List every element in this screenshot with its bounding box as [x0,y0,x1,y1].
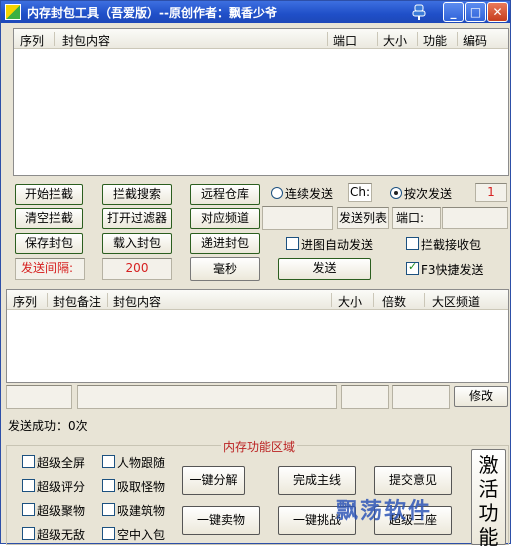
complete-main-quest-button[interactable]: 完成主线 [278,466,356,495]
packet-list-header: 序列 封包内容 端口 大小 功能 编码 [14,29,508,49]
intercept-search-button[interactable]: 拦截搜索 [102,184,172,205]
corresponding-channel-button[interactable]: 对应频道 [190,208,260,229]
edit-size-input[interactable] [341,385,389,409]
col-region-channel[interactable]: 大区频道 [432,293,480,310]
intercept-receive-label: 拦截接收包 [421,238,482,252]
edit-multiplier-input[interactable] [392,385,450,409]
absorb-buildings-checkbox[interactable] [102,503,115,516]
minimize-button[interactable]: _ [443,2,464,22]
send-in-packet-button[interactable]: 递进封包 [190,233,260,254]
send-button[interactable]: 发送 [278,258,371,280]
col-separator [417,32,418,46]
auto-send-on-enter-checkbox[interactable] [286,237,299,250]
super-fullscreen-label: 超级全屏 [37,456,86,470]
air-enter-packet-label: 空中入包 [117,528,166,542]
port-label: 端口: [392,207,441,229]
ms-button[interactable]: 毫秒 [190,257,260,281]
super-score-checkbox[interactable] [22,479,35,492]
col-content[interactable]: 封包内容 [62,32,110,49]
send-count-input[interactable]: 1 [475,183,507,202]
col-remark[interactable]: 封包备注 [53,293,101,310]
memory-function-title: 内存功能区域 [221,438,298,455]
port-input[interactable] [442,207,508,229]
one-click-decompose-button[interactable]: 一键分解 [182,466,245,495]
absorb-monsters-checkbox[interactable] [102,479,115,492]
f3-quick-send-label: F3快捷发送 [421,263,484,277]
open-filter-button[interactable]: 打开过滤器 [102,208,172,229]
col-separator [331,293,332,307]
send-list-header: 序列 封包备注 封包内容 大小 倍数 大区频道 [7,290,508,310]
edit-content-input[interactable] [77,385,337,409]
app-icon [5,4,21,20]
follow-character-checkbox[interactable] [102,455,115,468]
col-function[interactable]: 功能 [423,32,447,49]
send-by-count-label: 按次发送 [404,187,453,201]
save-packet-button[interactable]: 保存封包 [15,233,83,254]
col-separator [377,32,378,46]
one-click-sell-button[interactable]: 一键卖物 [182,506,260,535]
col-separator [107,293,108,307]
super-invincible-checkbox[interactable] [22,527,35,540]
col-content[interactable]: 封包内容 [113,293,161,310]
channel-input[interactable] [262,206,333,230]
packet-list[interactable]: 序列 封包内容 端口 大小 功能 编码 [13,28,509,176]
col-index[interactable]: 序列 [13,293,37,310]
super-gather-checkbox[interactable] [22,503,35,516]
col-size[interactable]: 大小 [338,293,362,310]
col-separator [424,293,425,307]
edit-index-input[interactable] [6,385,72,409]
main-window: 内存封包工具（吾爱版）--原创作者：飘香少爷 _ □ ✕ 序列 封包内容 端口 … [0,0,511,549]
air-enter-packet-checkbox[interactable] [102,527,115,540]
col-separator [327,32,328,46]
intercept-receive-checkbox[interactable] [406,237,419,250]
ch-field[interactable]: Ch: [348,183,372,202]
col-multiplier[interactable]: 倍数 [382,293,406,310]
col-separator [54,32,55,46]
col-index[interactable]: 序列 [20,32,44,49]
remote-repo-button[interactable]: 远程仓库 [190,184,260,205]
follow-character-label: 人物跟随 [117,456,166,470]
super-score-label: 超级评分 [37,480,86,494]
col-port[interactable]: 端口 [333,32,357,49]
send-interval-label: 发送间隔: [15,258,85,280]
send-list[interactable]: 序列 封包备注 封包内容 大小 倍数 大区频道 [6,289,509,383]
send-status: 发送成功：0次 [8,419,88,433]
activate-function-button[interactable]: 激活功能 [471,449,506,549]
clear-intercept-button[interactable]: 清空拦截 [15,208,83,229]
maximize-button[interactable]: □ [465,2,486,22]
title-bar: 内存封包工具（吾爱版）--原创作者：飘香少爷 _ □ ✕ [1,1,510,23]
window-title: 内存封包工具（吾爱版）--原创作者：飘香少爷 [27,6,277,20]
continuous-send-radio[interactable] [271,187,283,199]
modify-button[interactable]: 修改 [454,386,508,407]
watermark-logo: 飘荡软件 [336,499,433,524]
absorb-buildings-label: 吸建筑物 [117,504,166,518]
pin-icon[interactable] [412,4,426,20]
col-encoding[interactable]: 编码 [463,32,487,49]
send-interval-input[interactable]: 200 [102,258,172,280]
col-separator [457,32,458,46]
continuous-send-label: 连续发送 [285,187,334,201]
start-intercept-button[interactable]: 开始拦截 [15,184,83,205]
col-separator [373,293,374,307]
send-by-count-radio[interactable] [390,187,402,199]
super-fullscreen-checkbox[interactable] [22,455,35,468]
load-packet-button[interactable]: 载入封包 [102,233,172,254]
col-separator [47,293,48,307]
f3-quick-send-checkbox[interactable] [406,260,419,275]
col-size[interactable]: 大小 [383,32,407,49]
auto-send-on-enter-label: 进图自动发送 [301,238,374,252]
close-button[interactable]: ✕ [487,2,508,22]
super-invincible-label: 超级无敌 [37,528,86,542]
absorb-monsters-label: 吸取怪物 [117,480,166,494]
super-gather-label: 超级聚物 [37,504,86,518]
submit-feedback-button[interactable]: 提交意见 [374,466,452,495]
send-list-button[interactable]: 发送列表 [337,207,389,229]
